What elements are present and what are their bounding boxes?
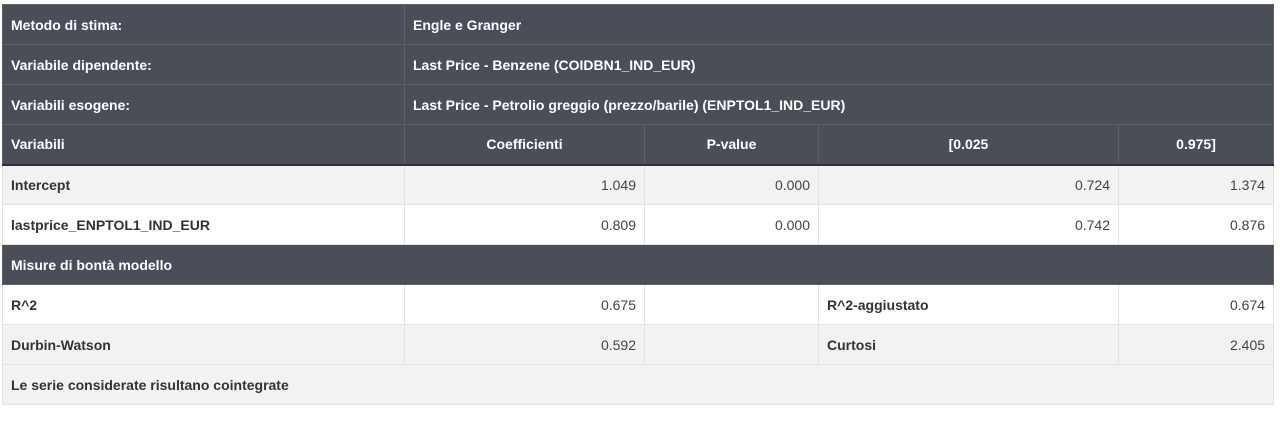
results-table: Metodo di stima: Engle e Granger Variabi… — [1, 4, 1275, 405]
ci-high-value: 0.876 — [1117, 204, 1275, 245]
ci-low-value: 0.724 — [818, 164, 1119, 205]
method-label: Metodo di stima: — [2, 4, 405, 45]
info-row-method: Metodo di stima: Engle e Granger — [2, 4, 1275, 45]
header-pvalue: P-value — [644, 124, 819, 166]
regression-results: Metodo di stima: Engle e Granger Variabi… — [1, 4, 1275, 405]
header-variables: Variabili — [2, 124, 405, 166]
exogenous-label: Variabili esogene: — [2, 84, 405, 125]
table-row: Intercept 1.049 0.000 0.724 1.374 — [2, 164, 1275, 205]
fit-label: Durbin-Watson — [2, 324, 405, 365]
coef-header-row: Variabili Coefficienti P-value [0.025 0.… — [2, 124, 1275, 166]
empty-cell — [644, 284, 819, 325]
fit-value: 0.675 — [404, 284, 645, 325]
header-ci-high: 0.975] — [1117, 124, 1275, 166]
fit-value: 0.674 — [1117, 284, 1275, 325]
pvalue-value: 0.000 — [644, 164, 819, 205]
fit-label: R^2 — [2, 284, 405, 325]
header-ci-low: [0.025 — [818, 124, 1119, 166]
empty-cell — [644, 324, 819, 365]
dependent-label: Variabile dipendente: — [2, 44, 405, 85]
fit-section-header: Misure di bontà modello — [1, 244, 1275, 285]
table-row: Durbin-Watson 0.592 Curtosi 2.405 — [2, 324, 1275, 365]
ci-low-value: 0.742 — [818, 204, 1119, 245]
table-row: R^2 0.675 R^2-aggiustato 0.674 — [2, 284, 1275, 325]
method-value: Engle e Granger — [403, 4, 1275, 45]
fit-value: 0.592 — [404, 324, 645, 365]
pvalue-value: 0.000 — [644, 204, 819, 245]
table-row: lastprice_ENPTOL1_IND_EUR 0.809 0.000 0.… — [2, 204, 1275, 245]
variable-name: Intercept — [2, 164, 405, 205]
coefficient-value: 0.809 — [404, 204, 645, 245]
variable-name: lastprice_ENPTOL1_IND_EUR — [2, 204, 405, 245]
fit-label: R^2-aggiustato — [818, 284, 1119, 325]
fit-title: Misure di bontà modello — [1, 244, 1275, 285]
dependent-value: Last Price - Benzene (COIDBN1_IND_EUR) — [403, 44, 1275, 85]
fit-label: Curtosi — [818, 324, 1119, 365]
info-row-dependent: Variabile dipendente: Last Price - Benze… — [2, 44, 1275, 85]
info-row-exogenous: Variabili esogene: Last Price - Petrolio… — [2, 84, 1275, 125]
header-coefficients: Coefficienti — [404, 124, 645, 166]
coefficient-value: 1.049 — [404, 164, 645, 205]
conclusion-text: Le serie considerate risultano cointegra… — [1, 364, 1275, 405]
conclusion-row: Le serie considerate risultano cointegra… — [1, 364, 1275, 405]
fit-value: 2.405 — [1117, 324, 1275, 365]
exogenous-value: Last Price - Petrolio greggio (prezzo/ba… — [403, 84, 1275, 125]
ci-high-value: 1.374 — [1117, 164, 1275, 205]
